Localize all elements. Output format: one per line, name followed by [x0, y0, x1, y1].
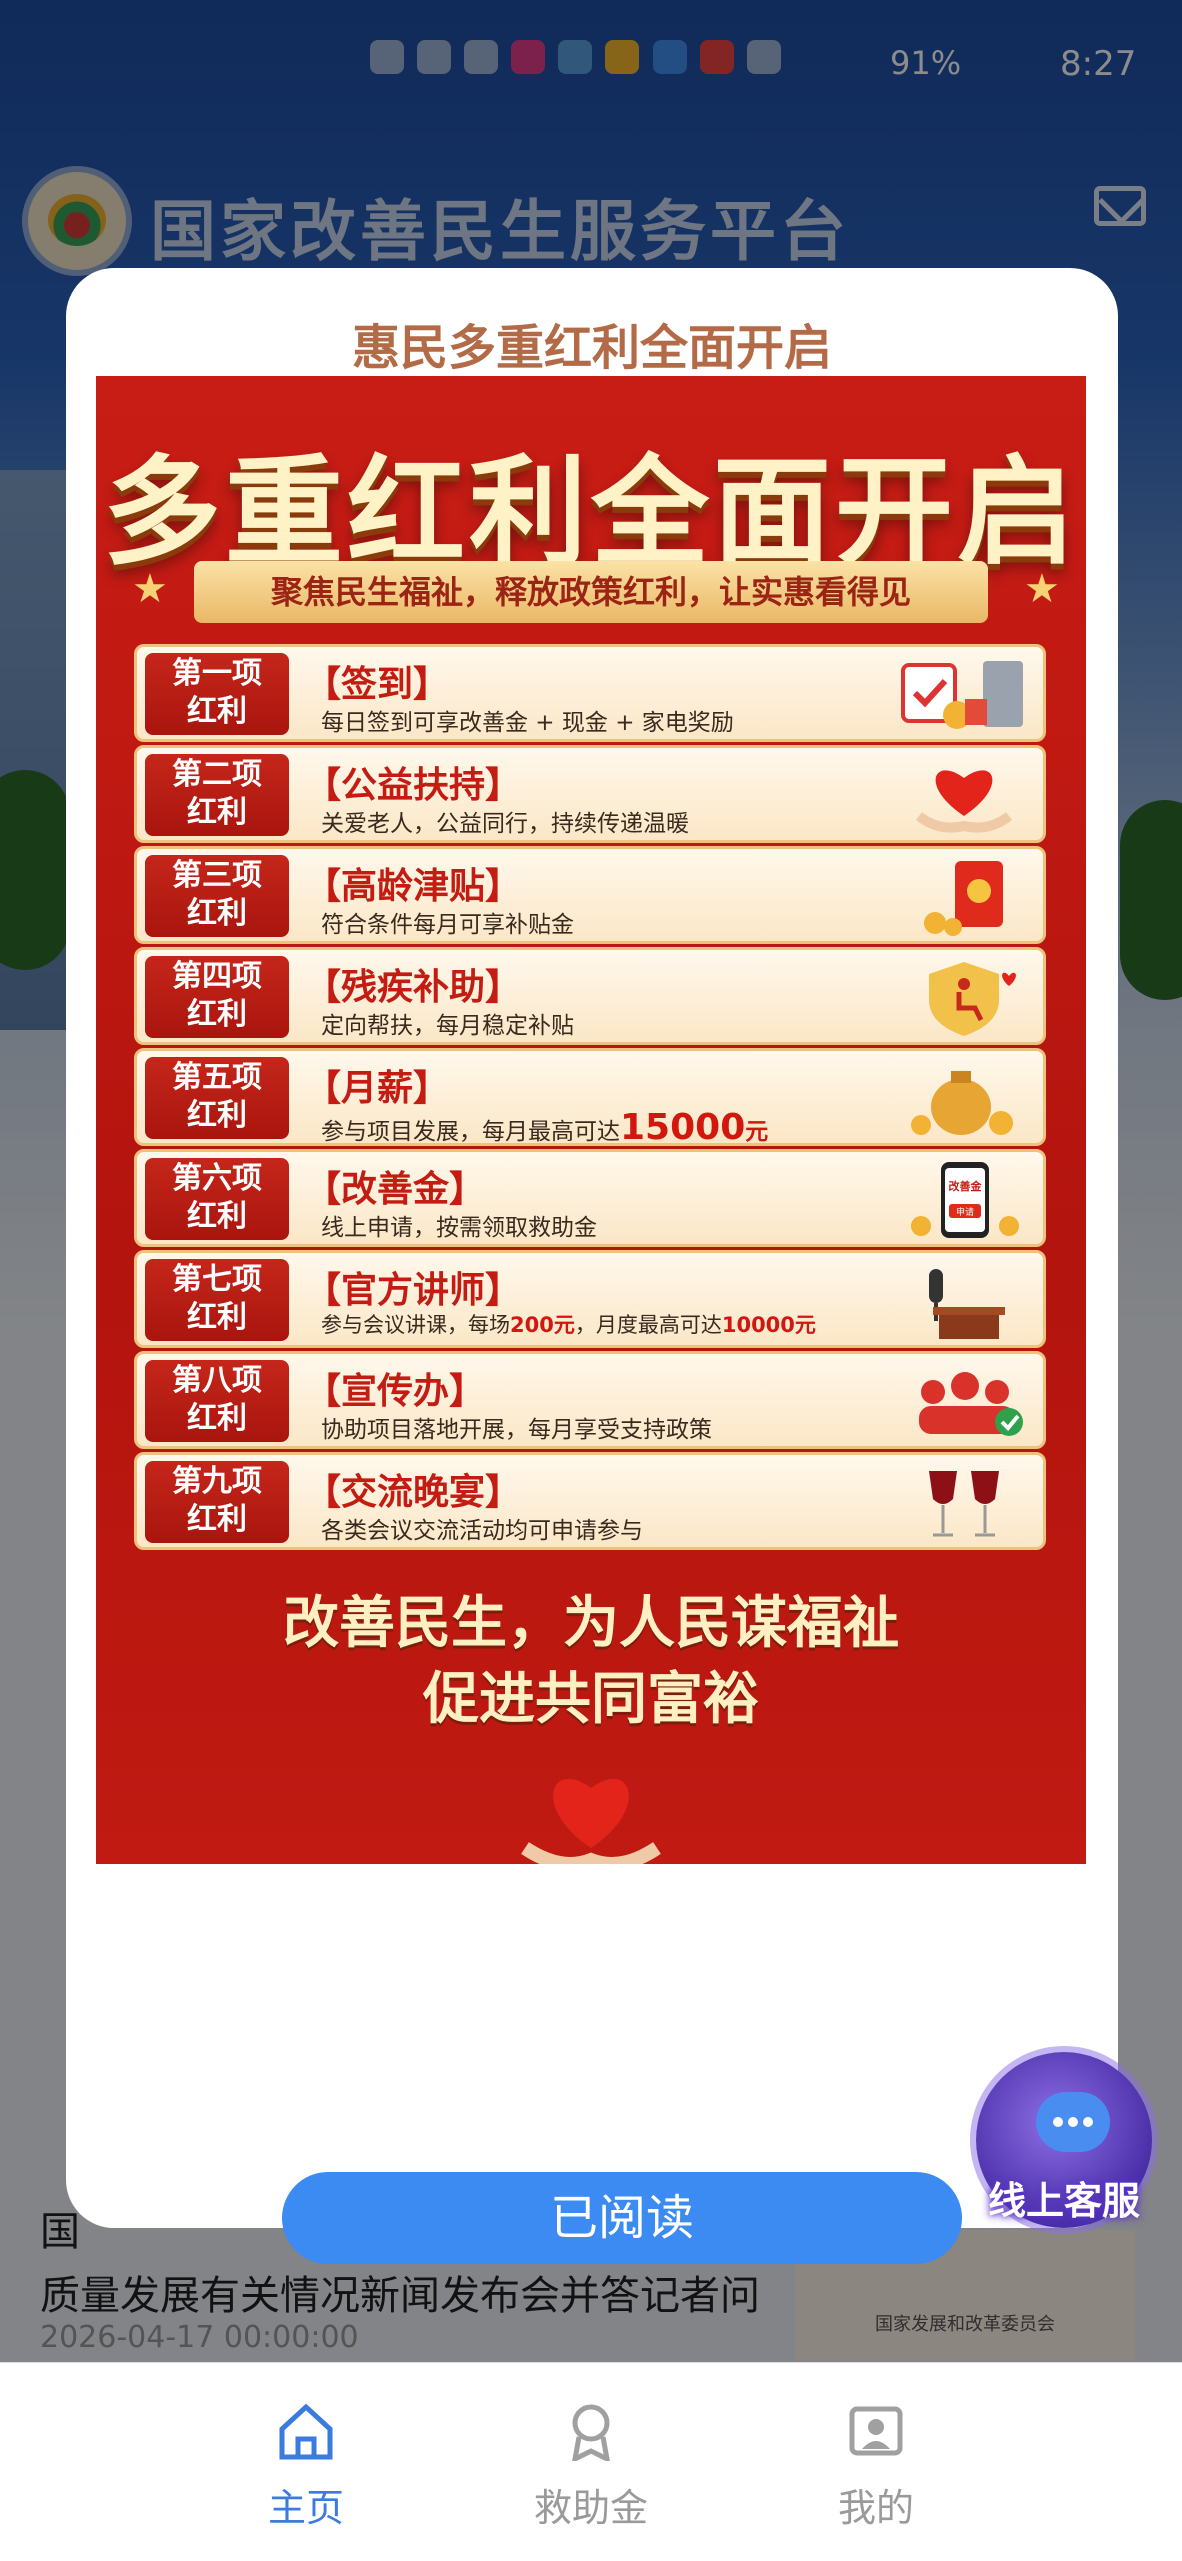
podium-microphone-icon [899, 1261, 1029, 1341]
notice-modal: 惠民多重红利全面开启 多重红利全面开启 ★ ★ 聚焦民生福祉，释放政策红利，让实… [66, 268, 1118, 2264]
phone-apply-icon: 改善金 申请 [899, 1160, 1029, 1240]
nav-item-profile[interactable]: 我的 [776, 2401, 976, 2532]
slogan-line: 改善民生，为人民谋福祉 [283, 1591, 899, 1656]
apply-art-label: 申请 [956, 1206, 974, 1218]
benefit-row: 第二项 红利 【公益扶持】 关爱老人，公益同行，持续传递温暖 [134, 745, 1046, 843]
chat-bubble-icon [1036, 2092, 1110, 2152]
benefit-row: 第四项 红利 【残疾补助】 定向帮扶，每月稳定补贴 [134, 947, 1046, 1045]
benefit-badge: 第六项 红利 [145, 1158, 289, 1240]
star-icon: ★ [1024, 566, 1060, 612]
benefit-description: 各类会议交流活动均可申请参与 [321, 1518, 643, 1544]
benefit-description-text: 参与会议讲课，每场 [321, 1313, 510, 1337]
calendar-appliance-icon [899, 655, 1029, 735]
salary-amount: 15000 [620, 1107, 746, 1148]
benefit-heading: 【宣传办】 [305, 1371, 486, 1412]
benefit-description: 定向帮扶，每月稳定补贴 [321, 1013, 574, 1039]
benefit-heading: 【月薪】 [305, 1068, 450, 1109]
benefit-heading: 【改善金】 [305, 1169, 486, 1210]
improve-fund-art-label: 改善金 [949, 1179, 983, 1193]
lecture-monthly-unit: 元 [794, 1313, 816, 1337]
salary-unit: 元 [745, 1119, 769, 1145]
benefit-description: 协助项目落地开展，每月享受支持政策 [321, 1417, 712, 1443]
online-service-label: 线上客服 [987, 2179, 1140, 2223]
benefit-description: 线上申请，按需领取救助金 [321, 1215, 597, 1241]
benefit-row: 第一项 红利 【签到】 每日签到可享改善金 + 现金 + 家电奖励 [134, 644, 1046, 742]
benefit-badge: 第一项 红利 [145, 653, 289, 735]
benefit-heading: 【签到】 [305, 664, 450, 705]
benefit-badge: 第七项 红利 [145, 1259, 289, 1341]
benefit-heading: 【公益扶持】 [305, 765, 522, 806]
nav-item-home[interactable]: 主页 [206, 2401, 406, 2532]
wine-glasses-icon [899, 1463, 1029, 1543]
benefit-heading: 【高龄津贴】 [305, 866, 522, 907]
poster-slogan: 改善民生，为人民谋福祉 促进共同富裕 [96, 1586, 1086, 1738]
benefit-heading: 【残疾补助】 [305, 967, 522, 1008]
benefit-row: 第七项 红利 【官方讲师】 参与会议讲课，每场200元，月度最高可达10000元 [134, 1250, 1046, 1348]
benefit-row: 第六项 红利 【改善金】 线上申请，按需领取救助金 改善金申请 [134, 1149, 1046, 1247]
team-shield-icon [899, 1362, 1029, 1442]
benefit-description-text: 参与项目发展，每月最高可达 [321, 1119, 620, 1145]
nav-label: 主页 [267, 2486, 344, 2530]
profile-icon [846, 2401, 906, 2461]
heart-hands-icon [521, 1752, 661, 1864]
slogan-line: 促进共同富裕 [423, 1667, 759, 1732]
lecture-fee-unit: 元 [553, 1313, 575, 1337]
benefit-description: 参与项目发展，每月最高可达15000元 [321, 1107, 768, 1148]
benefit-badge: 第九项 红利 [145, 1461, 289, 1543]
benefit-row: 第五项 红利 【月薪】 参与项目发展，每月最高可达15000元 [134, 1048, 1046, 1148]
benefit-badge: 第八项 红利 [145, 1360, 289, 1442]
home-icon [276, 2401, 336, 2461]
red-envelope-icon [899, 857, 1029, 937]
benefit-badge: 第五项 红利 [145, 1057, 289, 1139]
benefit-description-text: ，月度最高可达 [574, 1313, 722, 1337]
promo-poster: 多重红利全面开启 ★ ★ 聚焦民生福祉，释放政策红利，让实惠看得见 第一项 红利… [96, 376, 1086, 1864]
nav-label: 我的 [837, 2486, 914, 2530]
heart-hands-icon [899, 756, 1029, 836]
lecture-monthly-max: 10000 [721, 1313, 795, 1337]
benefit-row: 第三项 红利 【高龄津贴】 符合条件每月可享补贴金 [134, 846, 1046, 944]
benefit-heading: 【交流晚宴】 [305, 1472, 522, 1513]
accessibility-shield-icon [899, 958, 1029, 1038]
online-service-button[interactable]: 线上客服 [976, 2052, 1152, 2228]
lecture-fee: 200 [510, 1313, 554, 1337]
poster-ribbon: 聚焦民生福祉，释放政策红利，让实惠看得见 [194, 561, 988, 623]
money-bag-icon [899, 1059, 1029, 1139]
medal-icon [561, 2401, 621, 2464]
benefit-row: 第八项 红利 【宣传办】 协助项目落地开展，每月享受支持政策 [134, 1351, 1046, 1449]
nav-label: 救助金 [533, 2486, 648, 2530]
benefit-badge: 第三项 红利 [145, 855, 289, 937]
nav-item-relief[interactable]: 救助金 [491, 2401, 691, 2532]
benefit-badge: 第四项 红利 [145, 956, 289, 1038]
benefit-description: 关爱老人，公益同行，持续传递温暖 [321, 811, 689, 837]
benefit-description: 符合条件每月可享补贴金 [321, 912, 574, 938]
benefit-description: 每日签到可享改善金 + 现金 + 家电奖励 [321, 710, 734, 736]
benefit-heading: 【官方讲师】 [305, 1270, 522, 1311]
modal-title: 惠民多重红利全面开启 [351, 320, 832, 376]
star-icon: ★ [132, 566, 168, 612]
mark-read-button[interactable]: 已阅读 [282, 2172, 962, 2264]
benefit-badge: 第二项 红利 [145, 754, 289, 836]
benefit-row: 第九项 红利 【交流晚宴】 各类会议交流活动均可申请参与 [134, 1452, 1046, 1550]
benefit-description: 参与会议讲课，每场200元，月度最高可达10000元 [321, 1309, 816, 1339]
bottom-nav: 主页 救助金 我的 [0, 2362, 1182, 2561]
